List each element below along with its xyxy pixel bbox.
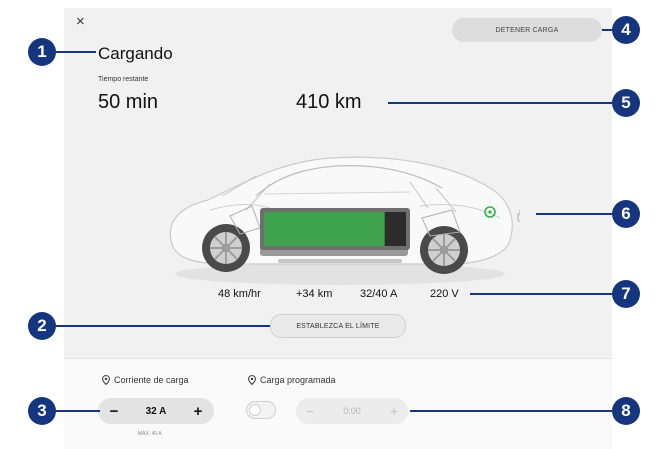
callout-lines xyxy=(56,29,612,412)
callout-5: 5 xyxy=(612,89,640,117)
callout-2: 2 xyxy=(28,312,56,340)
callout-6: 6 xyxy=(612,200,640,228)
callout-3: 3 xyxy=(28,397,56,425)
callout-7: 7 xyxy=(612,280,640,308)
callout-4: 4 xyxy=(612,16,640,44)
callout-8: 8 xyxy=(612,397,640,425)
callout-1: 1 xyxy=(28,38,56,66)
